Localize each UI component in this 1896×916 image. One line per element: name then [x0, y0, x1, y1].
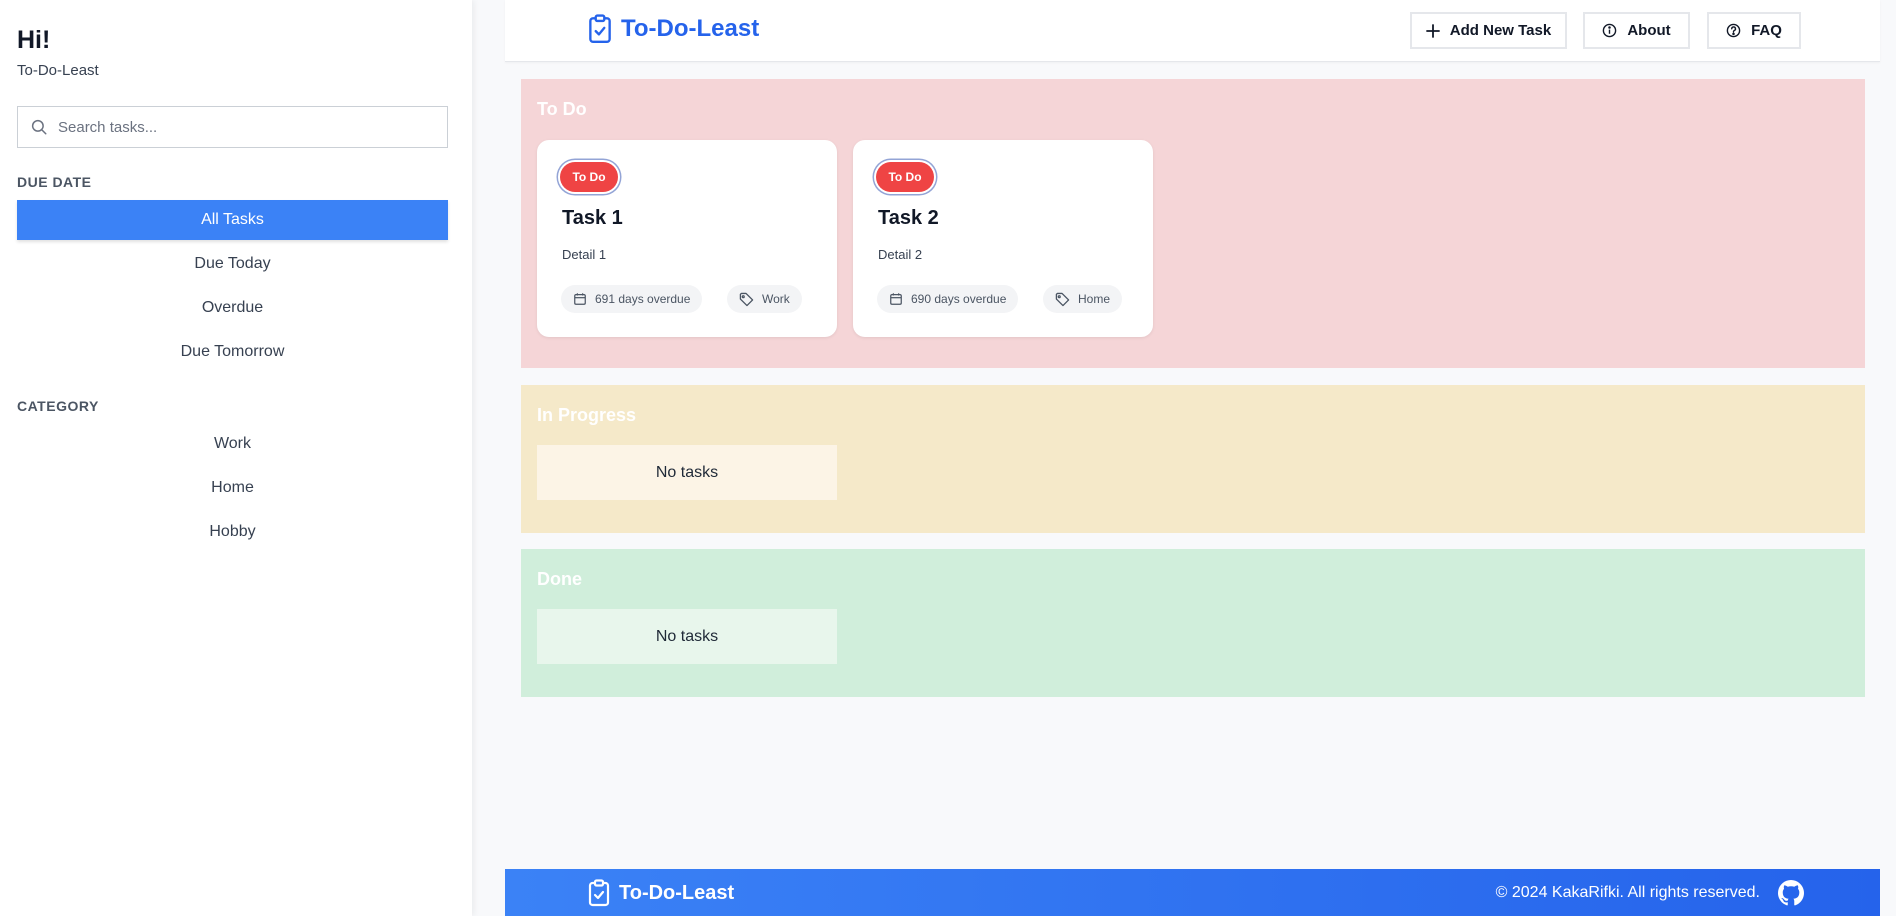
- sidebar-item-overdue[interactable]: Overdue: [17, 288, 448, 328]
- column-title: To Do: [537, 99, 587, 119]
- sidebar-item-due-today[interactable]: Due Today: [17, 244, 448, 284]
- brand[interactable]: To-Do-Least: [587, 14, 759, 44]
- calendar-icon: [890, 293, 902, 305]
- empty-state: No tasks: [537, 609, 837, 664]
- sidebar-item-all-tasks[interactable]: All Tasks: [17, 200, 448, 240]
- info-icon: [1603, 23, 1617, 38]
- faq-button[interactable]: FAQ: [1707, 12, 1801, 49]
- footer: To-Do-Least © 2024 KakaRifki. All rights…: [505, 869, 1880, 916]
- empty-state: No tasks: [537, 445, 837, 500]
- plus-icon: [1425, 23, 1440, 38]
- status-badge[interactable]: To Do: [876, 162, 934, 192]
- calendar-icon: [574, 293, 586, 305]
- greeting: Hi!: [17, 26, 51, 54]
- add-task-button[interactable]: Add New Task: [1410, 12, 1567, 49]
- sidebar-app-name: To-Do-Least: [17, 62, 99, 79]
- clipboard-check-icon: [589, 14, 611, 44]
- due-chip: 691 days overdue: [561, 285, 703, 313]
- sidebar-item-hobby[interactable]: Hobby: [17, 512, 448, 552]
- task-card[interactable]: To Do Task 1 Detail 1 691 days overdue W…: [537, 140, 837, 337]
- task-card[interactable]: To Do Task 2 Detail 2 690 days overdue H…: [853, 140, 1153, 337]
- due-date-heading: DUE DATE: [17, 174, 92, 190]
- github-icon[interactable]: [1778, 880, 1804, 906]
- column-in-progress: In Progress No tasks: [521, 385, 1865, 533]
- task-detail: Detail 1: [562, 247, 607, 262]
- column-title: Done: [537, 569, 582, 589]
- search-box[interactable]: [17, 106, 448, 148]
- status-badge[interactable]: To Do: [560, 162, 618, 192]
- sidebar-item-work[interactable]: Work: [17, 424, 448, 464]
- category-chip: Home: [1043, 285, 1123, 313]
- copyright-text: © 2024 KakaRifki. All rights reserved.: [1495, 884, 1760, 901]
- about-label: About: [1627, 22, 1671, 39]
- tag-icon: [1055, 292, 1070, 306]
- task-title: Task 2: [878, 207, 939, 229]
- column-title: In Progress: [537, 405, 637, 425]
- add-task-label: Add New Task: [1449, 22, 1552, 39]
- task-title: Task 1: [562, 207, 623, 229]
- sidebar-item-home[interactable]: Home: [17, 468, 448, 508]
- brand-name: To-Do-Least: [621, 15, 760, 42]
- column-todo: To Do To Do Task 1 Detail 1 691 days ove…: [521, 79, 1865, 368]
- category-heading: CATEGORY: [17, 398, 99, 414]
- due-label: 690 days overdue: [911, 292, 1007, 306]
- due-label: 691 days overdue: [595, 292, 691, 306]
- sidebar: Hi! To-Do-Least DUE DATE All Tasks Due T…: [0, 0, 472, 916]
- footer-brand-name: To-Do-Least: [619, 881, 735, 904]
- faq-label: FAQ: [1751, 22, 1782, 39]
- category-label: Home: [1078, 292, 1111, 306]
- search-input[interactable]: [58, 118, 438, 136]
- about-button[interactable]: About: [1583, 12, 1690, 49]
- category-chip: Work: [727, 285, 802, 313]
- task-detail: Detail 2: [878, 247, 923, 262]
- column-done: Done No tasks: [521, 549, 1865, 697]
- clipboard-check-icon: [588, 879, 610, 907]
- top-bar: To-Do-Least Add New Task About FAQ: [505, 0, 1880, 62]
- due-chip: 690 days overdue: [877, 285, 1019, 313]
- help-icon: [1726, 23, 1741, 38]
- sidebar-item-due-tomorrow[interactable]: Due Tomorrow: [17, 332, 448, 372]
- search-icon: [31, 119, 47, 135]
- footer-brand[interactable]: To-Do-Least: [587, 879, 734, 907]
- category-label: Work: [762, 292, 790, 306]
- tag-icon: [739, 292, 754, 306]
